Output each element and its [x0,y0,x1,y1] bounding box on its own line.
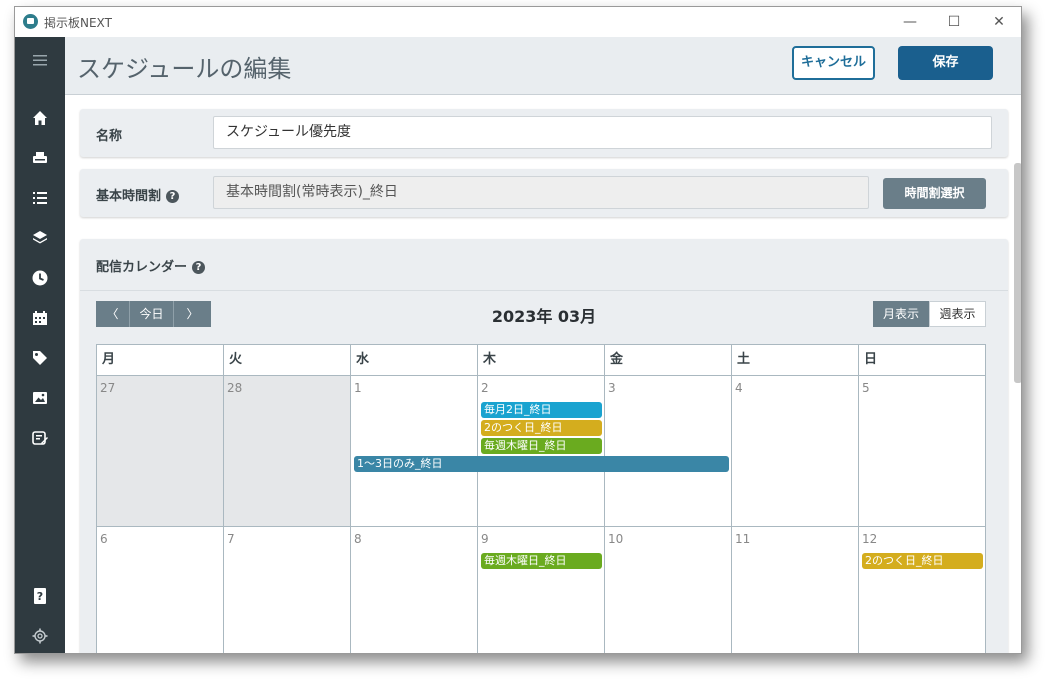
day-cell[interactable]: 4 [732,376,859,527]
edit-icon[interactable] [29,427,51,449]
event-days-with-2[interactable]: 2のつく日_終日 [862,553,983,569]
event-days-with-2[interactable]: 2のつく日_終日 [481,420,602,436]
page-header: スケジュールの編集 キャンセル 保存 [65,37,1021,95]
divider [80,290,1008,291]
day-cell[interactable]: 12 [859,527,985,653]
menu-icon[interactable] [29,49,51,71]
page-title: スケジュールの編集 [77,55,292,83]
help-icon[interactable]: ? [166,190,180,203]
clock-icon[interactable] [29,267,51,289]
day-cell[interactable]: 11 [732,527,859,653]
gear-icon[interactable] [29,625,51,647]
day-number: 12 [862,532,878,546]
calendar-card: 配信カレンダー? 〈 今日 〉 2023年 03月 月表示 週表示 月 火 水 … [80,239,1008,653]
help-icon[interactable]: ? [192,261,206,274]
weekday-header: 金 [605,345,732,376]
day-number: 3 [608,381,616,395]
day-number: 2 [481,381,489,395]
day-number: 4 [735,381,743,395]
app-window: 掲示板NEXT — ☐ ✕ ? スケジュールの編集 キャンセル 保存 名称 スケ… [14,6,1022,654]
weekday-header: 土 [732,345,859,376]
day-number: 9 [481,532,489,546]
day-number: 10 [608,532,624,546]
cancel-button[interactable]: キャンセル [792,46,875,80]
app-title: 掲示板NEXT [44,16,112,30]
day-cell[interactable]: 3 [605,376,732,527]
close-button[interactable]: ✕ [984,11,1014,33]
day-cell[interactable]: 9 [478,527,605,653]
timetable-select-button[interactable]: 時間割選択 [883,178,986,209]
month-calendar: 月 火 水 木 金 土 日 27 28 1 2 3 4 5 6 7 8 9 10… [96,344,986,653]
tag-icon[interactable] [29,347,51,369]
month-view-button[interactable]: 月表示 [873,301,929,327]
main-content: スケジュールの編集 キャンセル 保存 名称 スケジュール優先度 基本時間割? 基… [65,37,1021,653]
minimize-button[interactable]: — [895,11,925,33]
calendar-label: 配信カレンダー? [96,256,206,275]
day-cell[interactable]: 1 [351,376,478,527]
day-cell[interactable]: 27 [97,376,224,527]
save-button[interactable]: 保存 [898,46,993,80]
event-monthly-2nd[interactable]: 毎月2日_終日 [481,402,602,418]
event-every-thursday[interactable]: 毎週木曜日_終日 [481,438,602,454]
event-every-thursday[interactable]: 毎週木曜日_終日 [481,553,602,569]
printer-icon[interactable] [29,147,51,169]
weekday-header: 日 [859,345,985,376]
day-number: 7 [227,532,235,546]
week-view-button[interactable]: 週表示 [929,301,986,327]
month-title: 2023年 03月 [491,307,597,326]
title-bar: 掲示板NEXT — ☐ ✕ [15,7,1021,37]
sidebar: ? [15,37,65,653]
base-timetable-label-text: 基本時間割 [96,189,162,204]
app-logo-icon [23,14,38,29]
image-icon[interactable] [29,387,51,409]
calendar-icon[interactable] [29,307,51,329]
day-number: 28 [227,381,243,395]
list-icon[interactable] [29,187,51,209]
vertical-scrollbar[interactable] [1014,163,1021,383]
day-cell[interactable]: 6 [97,527,224,653]
weekday-header: 木 [478,345,605,376]
day-cell[interactable]: 7 [224,527,351,653]
day-number: 27 [100,381,116,395]
weekday-header: 水 [351,345,478,376]
layers-icon[interactable] [29,227,51,249]
day-cell[interactable]: 8 [351,527,478,653]
name-input[interactable]: スケジュール優先度 [213,116,992,149]
day-cell[interactable]: 10 [605,527,732,653]
weekday-header: 火 [224,345,351,376]
day-cell[interactable]: 28 [224,376,351,527]
day-cell[interactable]: 5 [859,376,985,527]
day-number: 11 [735,532,751,546]
base-timetable-field: 基本時間割(常時表示)_終日 [213,176,869,209]
day-number: 1 [354,381,362,395]
day-number: 5 [862,381,870,395]
base-timetable-label: 基本時間割? [96,185,180,204]
view-toggle: 月表示 週表示 [873,301,986,327]
weekday-header: 月 [97,345,224,376]
maximize-button[interactable]: ☐ [939,11,969,33]
calendar-label-text: 配信カレンダー [96,260,188,275]
home-icon[interactable] [29,107,51,129]
svg-text:?: ? [37,590,43,603]
help-icon[interactable]: ? [29,585,51,607]
event-1-to-3[interactable]: 1～3日のみ_終日 [354,456,729,472]
day-number: 6 [100,532,108,546]
base-timetable-card: 基本時間割? 基本時間割(常時表示)_終日 時間割選択 [80,169,1008,217]
day-number: 8 [354,532,362,546]
name-card: 名称 スケジュール優先度 [80,109,1008,157]
name-label: 名称 [96,129,123,144]
